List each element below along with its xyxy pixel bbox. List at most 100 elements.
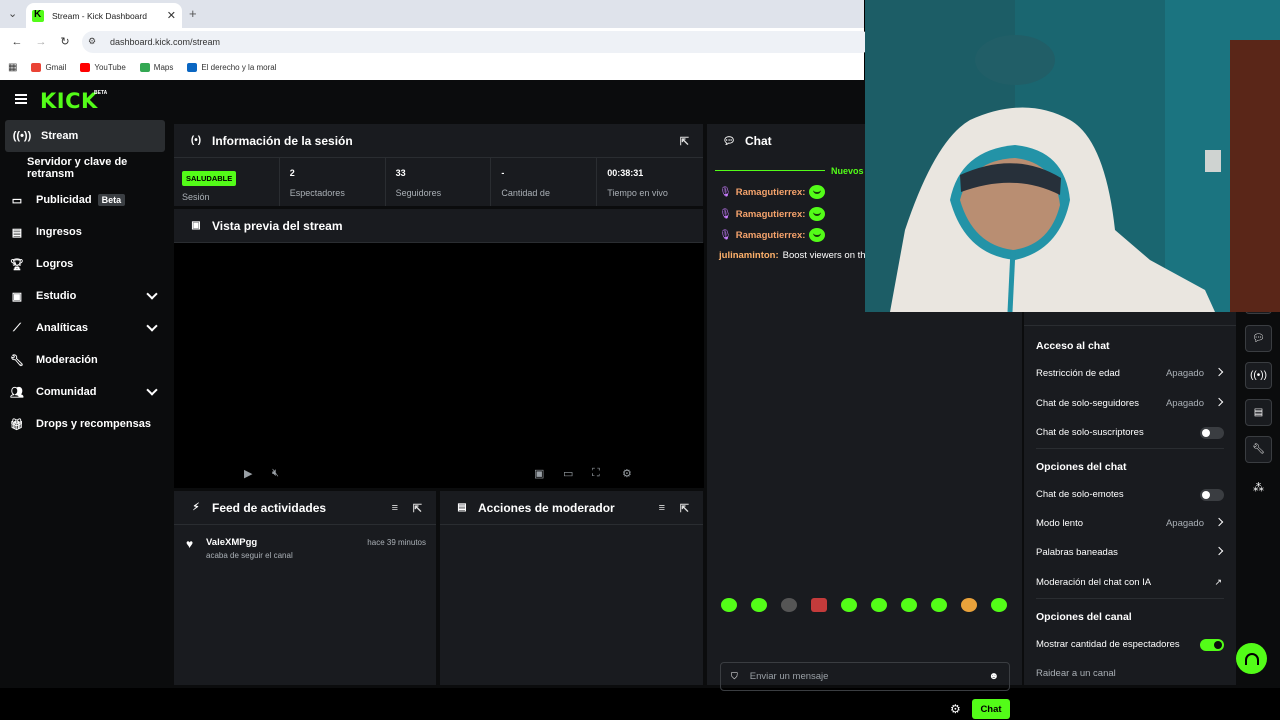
sidebar-item-drops[interactable]: 🎁︎ Drops y recompensas [0, 408, 170, 440]
sidebar-item-server-key[interactable]: Servidor y clave de retransm [0, 152, 170, 184]
stat-label: Tiempo en vivo [607, 188, 668, 198]
new-tab-icon[interactable]: + [189, 6, 197, 21]
close-tab-icon[interactable]: ✕ [167, 9, 176, 22]
kick-emote-icon [809, 185, 826, 199]
send-chat-button[interactable]: Chat [972, 699, 1010, 719]
address-bar[interactable]: ⚙ dashboard.kick.com/stream [82, 31, 872, 53]
bookmark-label: YouTube [94, 63, 126, 72]
filter-icon[interactable]: ≡ [392, 502, 398, 514]
back-icon[interactable]: ← [10, 35, 24, 49]
chat-username[interactable]: Ramagutierrex: [736, 230, 806, 241]
play-icon[interactable]: ▶ [244, 467, 252, 480]
chat-input[interactable]: ⛉ Enviar un mensaje ☻ [720, 662, 1010, 691]
bookmark-maps[interactable]: Maps [139, 63, 173, 72]
sidebar-item-achievements[interactable]: 🏆︎ Logros [0, 248, 170, 280]
status-badge: SALUDABLE [182, 171, 237, 186]
setting-value: Apagado [1165, 368, 1204, 379]
bookmark-youtube[interactable]: YouTube [80, 63, 126, 72]
sidebar-item-stream[interactable]: ((•)) Stream [5, 120, 165, 152]
setting-label: Chat de solo-suscriptores [1036, 427, 1144, 438]
sidebar-item-analytics[interactable]: ⟋ Analíticas [0, 312, 170, 344]
subs-only-row: Chat de solo-suscriptores [1036, 426, 1224, 439]
maps-icon [139, 63, 150, 72]
webcam-image [865, 0, 1280, 312]
emoji-icon[interactable]: ☻ [988, 671, 999, 682]
browser-tab[interactable]: Stream - Kick Dashboard ✕ [26, 3, 182, 28]
logo-beta: BETA [94, 90, 108, 96]
sidebar-item-studio[interactable]: ▣ Estudio [0, 280, 170, 312]
emote-icon[interactable] [781, 598, 797, 612]
wrench-rail-icon[interactable]: 🔧︎ [1245, 436, 1272, 463]
chat-username[interactable]: Ramagutierrex: [736, 187, 806, 198]
sidebar-item-income[interactable]: ▤ Ingresos [0, 216, 170, 248]
show-viewers-toggle[interactable] [1200, 638, 1224, 651]
emote-icon[interactable] [991, 598, 1007, 612]
setting-label: Moderación del chat con IA [1036, 577, 1152, 588]
popout-icon[interactable]: ⇱ [680, 502, 689, 515]
emote-icon[interactable] [721, 598, 737, 612]
feed-time: hace 39 minutos [367, 538, 426, 547]
stat-amount: - Cantidad de [491, 158, 598, 206]
raid-row[interactable]: Raidear a un canal [1036, 668, 1224, 679]
emote-icon[interactable] [841, 598, 857, 612]
emote-icon[interactable] [871, 598, 887, 612]
sidebar-item-label: Ingresos [36, 226, 82, 238]
followers-only-row[interactable]: Chat de solo-seguidores Apagado [1036, 397, 1224, 409]
session-stats: SALUDABLE Sesión 2 Espectadores 33 Segui… [174, 158, 703, 206]
site-info-icon[interactable]: ⚙ [88, 36, 100, 48]
emotes-only-toggle[interactable] [1200, 488, 1224, 501]
sidebar-item-community[interactable]: 👥︎ Comunidad [0, 376, 170, 408]
video-player[interactable]: ▶ 🔇︎ ▣ ▭ ⛶ ⚙ [174, 243, 704, 488]
gift-icon: 🎁︎ [10, 418, 24, 431]
setting-label: Chat de solo-emotes [1036, 489, 1124, 500]
filter-icon[interactable]: ≡ [659, 502, 665, 514]
popout-icon[interactable]: ⇱ [680, 135, 689, 148]
tab-list-icon[interactable]: ⌄ [8, 7, 20, 20]
sidebar-item-ads[interactable]: ▭ Publicidad Beta [0, 184, 170, 216]
sidebar-item-moderation[interactable]: 🔧︎ Moderación [0, 344, 170, 376]
fullscreen-icon[interactable]: ⛶ [592, 467, 600, 480]
bolt-icon: ⚡︎ [192, 502, 200, 513]
sidebar-item-label: Moderación [36, 354, 98, 366]
sidebar-item-label: Servidor y clave de retransm [27, 156, 128, 180]
add-widget-icon[interactable]: ⁂ [1253, 481, 1264, 494]
emote-icon[interactable] [901, 598, 917, 612]
bookmark-derecho[interactable]: El derecho y la moral [187, 63, 277, 72]
menu-icon[interactable] [15, 94, 27, 104]
chat-username[interactable]: julinaminton: [719, 250, 779, 261]
show-viewers-row: Mostrar cantidad de espectadores [1036, 638, 1224, 651]
reload-icon[interactable]: ↻ [58, 35, 72, 49]
emote-icon[interactable] [811, 598, 827, 612]
chat-message: 🎙︎ Ramagutierrex: [719, 207, 826, 221]
mute-icon[interactable]: 🔇︎ [272, 467, 279, 480]
chat-username[interactable]: Ramagutierrex: [736, 209, 806, 220]
bookmark-gmail[interactable]: Gmail [31, 63, 66, 72]
wrench-icon: 🔧︎ [10, 354, 24, 367]
popout-icon[interactable]: ⇱ [413, 502, 422, 515]
banned-words-row[interactable]: Palabras baneadas [1036, 546, 1224, 558]
forward-icon[interactable]: → [34, 35, 48, 49]
support-button[interactable] [1236, 643, 1267, 674]
chat-rail-icon[interactable]: 💬︎ [1245, 325, 1272, 352]
chat-settings-icon[interactable]: ⚙ [950, 702, 961, 716]
emote-icon[interactable] [751, 598, 767, 612]
kick-emote-icon [809, 228, 826, 242]
emote-icon[interactable] [931, 598, 947, 612]
settings-icon[interactable]: ⚙ [622, 467, 632, 480]
heart-icon: ♥ [186, 537, 194, 551]
video-icon: ▣ [191, 220, 201, 231]
theater-icon[interactable]: ▭ [563, 467, 573, 480]
age-restriction-row[interactable]: Restricción de edad Apagado [1036, 367, 1224, 379]
pip-icon[interactable]: ▣ [534, 467, 544, 480]
stat-live-time: 00:38:31 Tiempo en vivo [597, 158, 703, 206]
community-icon: 👥︎ [10, 386, 24, 399]
ai-moderation-row[interactable]: Moderación del chat con IA ↗ [1036, 577, 1224, 588]
slow-mode-row[interactable]: Modo lento Apagado [1036, 517, 1224, 529]
broadcast-rail-icon[interactable]: ((•)) [1245, 362, 1272, 389]
subs-only-toggle[interactable] [1200, 426, 1224, 439]
document-rail-icon[interactable]: ▤ [1245, 399, 1272, 426]
apps-icon[interactable]: ▦ [8, 62, 17, 73]
emote-icon[interactable] [961, 598, 977, 612]
kick-logo[interactable]: KICK [40, 89, 98, 113]
setting-value: Apagado [1165, 398, 1204, 409]
